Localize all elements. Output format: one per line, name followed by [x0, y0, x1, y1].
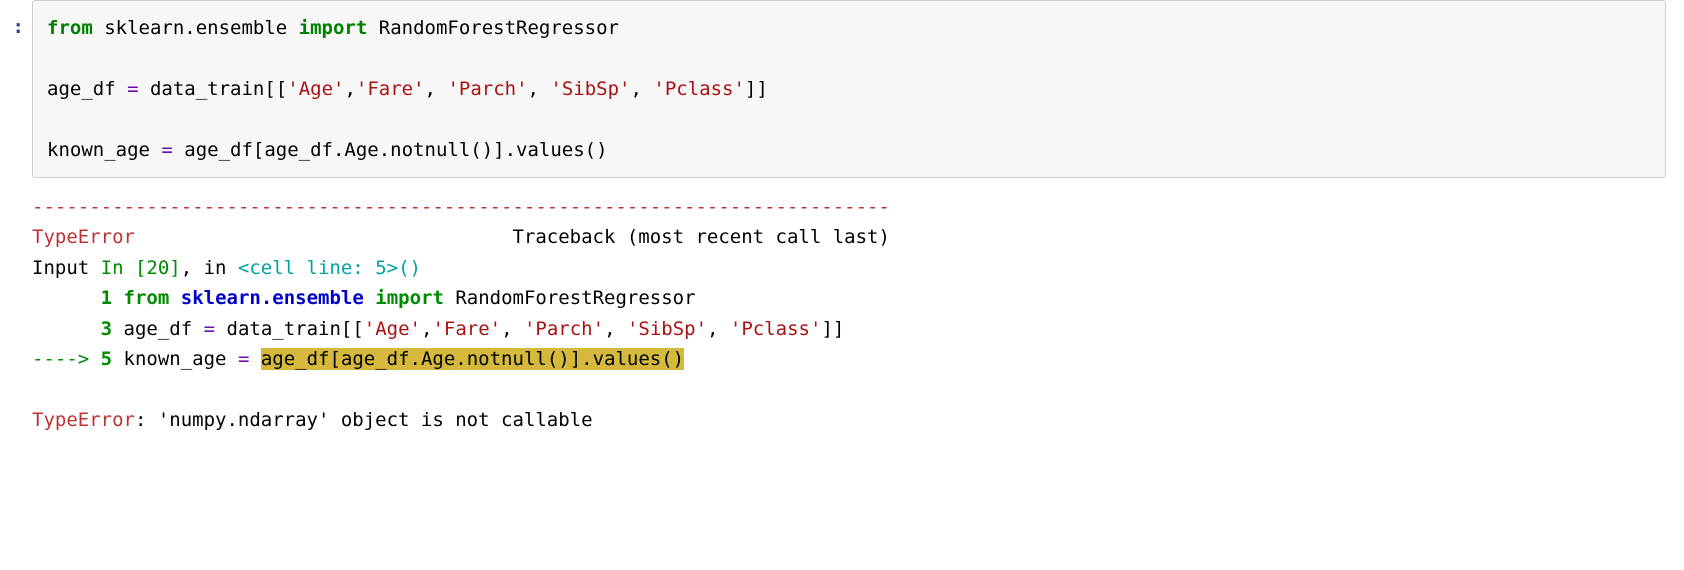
code-l3-s1: 'Age'	[287, 78, 344, 100]
code-l3-s3: 'Parch'	[447, 78, 527, 100]
code-l3-c1: ,	[344, 78, 355, 100]
tb-final-rest: : 'numpy.ndarray' object is not callable	[135, 409, 593, 431]
prompt-suffix: :	[13, 16, 24, 38]
tb-gap	[135, 226, 513, 248]
tb-l1-import: import	[375, 287, 444, 309]
tb-l1-mod: sklearn.ensemble	[181, 287, 364, 309]
code-l1-cls: RandomForestRegressor	[367, 17, 619, 39]
tb-l1-sp2	[169, 287, 180, 309]
tb-l3-c2: ,	[501, 318, 524, 340]
tb-in-mid: , in	[181, 257, 238, 279]
tb-l5-sp	[112, 348, 123, 370]
code-l3-post: ]]	[745, 78, 768, 100]
code-l3-s4: 'SibSp'	[550, 78, 630, 100]
code-l3-pre: data_train[[	[139, 78, 288, 100]
tb-l1-cls: RandomForestRegressor	[455, 287, 695, 309]
tb-l3-s5: 'Pclass'	[730, 318, 822, 340]
tb-l3-s1: 'Age'	[364, 318, 421, 340]
code-l3-c2: ,	[425, 78, 448, 100]
code-l3-c3: ,	[528, 78, 551, 100]
tb-l3-post: ]]	[821, 318, 844, 340]
tb-paren: ()	[398, 257, 421, 279]
tb-l1-sp3	[364, 287, 375, 309]
tb-l3-pad	[32, 318, 101, 340]
input-prompt: :	[0, 0, 32, 42]
code-input[interactable]: from sklearn.ensemble import RandomFores…	[32, 0, 1666, 178]
tb-separator: ----------------------------------------…	[32, 196, 890, 218]
tb-l3-sp	[112, 318, 123, 340]
output-traceback: ----------------------------------------…	[32, 192, 1684, 435]
tb-tail: Traceback (most recent call last)	[512, 226, 890, 248]
notebook-cell-area: : from sklearn.ensemble import RandomFor…	[0, 0, 1684, 570]
tb-l3-c1: ,	[421, 318, 432, 340]
code-l5-eq: =	[161, 139, 172, 161]
code-l3-s2: 'Fare'	[356, 78, 425, 100]
tb-error-name: TypeError	[32, 226, 135, 248]
code-l3-lhs: age_df	[47, 78, 127, 100]
code-l1-mod: sklearn.ensemble	[93, 17, 299, 39]
tb-input-label: Input	[32, 257, 101, 279]
tb-l3-num: 3	[101, 318, 112, 340]
code-l5-lhs: known_age	[47, 139, 161, 161]
tb-l5-num: 5	[101, 348, 112, 370]
tb-l1-sp4	[444, 287, 455, 309]
tb-cell-line: <cell line: 5>	[238, 257, 398, 279]
code-l3-c4: ,	[630, 78, 653, 100]
tb-l5-sp2	[249, 348, 260, 370]
tb-l3-pre: data_train[[	[215, 318, 364, 340]
tb-l3-s4: 'SibSp'	[627, 318, 707, 340]
tb-l3-s3: 'Parch'	[524, 318, 604, 340]
kw-import: import	[299, 17, 368, 39]
tb-l1-from: from	[124, 287, 170, 309]
tb-l1-sp	[112, 287, 123, 309]
tb-in-num: In [20]	[101, 257, 181, 279]
tb-l5-eq: =	[238, 348, 249, 370]
code-l3-s5: 'Pclass'	[653, 78, 745, 100]
input-cell: : from sklearn.ensemble import RandomFor…	[0, 0, 1684, 178]
tb-l5-lhs: known_age	[124, 348, 238, 370]
code-l3-eq: =	[127, 78, 138, 100]
tb-l3-c4: ,	[707, 318, 730, 340]
tb-l3-s2: 'Fare'	[432, 318, 501, 340]
code-l5-rhs: age_df[age_df.Age.notnull()].values()	[173, 139, 608, 161]
tb-l5-highlight: age_df[age_df.Age.notnull()].values()	[261, 348, 684, 370]
tb-l3-lhs: age_df	[124, 318, 204, 340]
tb-final-name: TypeError	[32, 409, 135, 431]
tb-l3-c3: ,	[604, 318, 627, 340]
tb-l3-eq: =	[204, 318, 215, 340]
tb-l1-pad	[32, 287, 101, 309]
tb-l5-arrow: ---->	[32, 348, 101, 370]
tb-l1-num: 1	[101, 287, 112, 309]
kw-from: from	[47, 17, 93, 39]
